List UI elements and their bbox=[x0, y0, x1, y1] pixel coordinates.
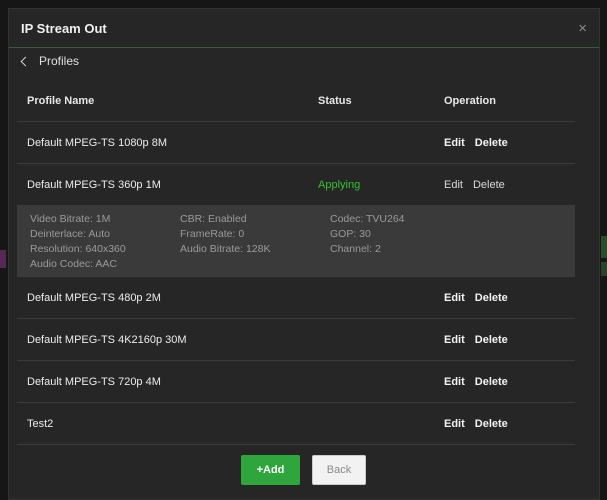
profile-name: Default MPEG-TS 1080p 8M bbox=[27, 136, 168, 149]
table-row: Test2 Edit Delete bbox=[17, 403, 575, 445]
dialog-header: IP Stream Out × bbox=[9, 9, 599, 48]
delete-button[interactable]: Delete bbox=[473, 179, 505, 191]
profile-name: Test2 bbox=[27, 417, 54, 430]
table-row: Default MPEG-TS 480p 2M Edit Delete bbox=[17, 277, 575, 319]
profile-name: Default MPEG-TS 720p 4M bbox=[27, 375, 161, 388]
operation-cell: Edit Delete bbox=[444, 334, 575, 346]
add-profile-button[interactable]: +Add bbox=[241, 455, 300, 485]
header-operation: Operation bbox=[444, 94, 496, 107]
profile-name: Default MPEG-TS 360p 1M bbox=[27, 178, 161, 191]
chevron-left-icon bbox=[20, 56, 31, 66]
operation-cell: Edit Delete bbox=[444, 292, 575, 304]
dialog-title: IP Stream Out bbox=[21, 20, 107, 36]
operation-cell: Edit Delete bbox=[444, 376, 575, 388]
table-row: Default MPEG-TS 4K2160p 30M Edit Delete bbox=[17, 319, 575, 361]
detail-deinterlace: Deinterlace: Auto bbox=[30, 228, 110, 240]
detail-gop: GOP: 30 bbox=[330, 228, 371, 240]
detail-channel: Channel: 2 bbox=[330, 243, 381, 255]
detail-audio-codec: Audio Codec: AAC bbox=[30, 258, 117, 270]
background-strip bbox=[0, 250, 6, 268]
operation-cell: Edit Delete bbox=[444, 179, 575, 191]
edit-button[interactable]: Edit bbox=[444, 376, 465, 388]
table-row[interactable]: Default MPEG-TS 360p 1M Applying Edit De… bbox=[17, 164, 575, 206]
operation-cell: Edit Delete bbox=[444, 137, 575, 149]
back-to-profiles-link[interactable]: Profiles bbox=[9, 48, 599, 74]
detail-cbr: CBR: Enabled bbox=[180, 213, 247, 225]
profile-name: Default MPEG-TS 4K2160p 30M bbox=[27, 333, 187, 346]
back-link-label: Profiles bbox=[39, 54, 80, 68]
edit-button[interactable]: Edit bbox=[444, 334, 465, 346]
profile-name: Default MPEG-TS 480p 2M bbox=[27, 291, 161, 304]
delete-button[interactable]: Delete bbox=[475, 334, 508, 346]
operation-cell: Edit Delete bbox=[444, 418, 575, 430]
close-icon[interactable]: × bbox=[578, 21, 587, 36]
profile-detail-panel: Video Bitrate: 1M CBR: Enabled Codec: TV… bbox=[17, 206, 575, 277]
delete-button[interactable]: Delete bbox=[475, 292, 508, 304]
table-row: Default MPEG-TS 1080p 8M Edit Delete bbox=[17, 122, 575, 164]
detail-codec: Codec: TVU264 bbox=[330, 213, 405, 225]
edit-button[interactable]: Edit bbox=[444, 418, 465, 430]
detail-video-bitrate: Video Bitrate: 1M bbox=[30, 213, 111, 225]
dialog-footer: +Add Back bbox=[0, 455, 607, 485]
detail-audio-bitrate: Audio Bitrate: 128K bbox=[180, 243, 271, 255]
detail-resolution: Resolution: 640x360 bbox=[30, 243, 126, 255]
table-row: Default MPEG-TS 720p 4M Edit Delete bbox=[17, 361, 575, 403]
edit-button[interactable]: Edit bbox=[444, 292, 465, 304]
table-header: Profile Name Status Operation bbox=[17, 80, 575, 122]
profile-status: Applying bbox=[318, 178, 361, 191]
profiles-table: Profile Name Status Operation Default MP… bbox=[17, 80, 575, 445]
edit-button[interactable]: Edit bbox=[444, 137, 465, 149]
back-button[interactable]: Back bbox=[312, 455, 366, 485]
delete-button[interactable]: Delete bbox=[475, 137, 508, 149]
edit-button[interactable]: Edit bbox=[444, 179, 463, 191]
background-strip bbox=[601, 262, 607, 276]
detail-framerate: FrameRate: 0 bbox=[180, 228, 245, 240]
delete-button[interactable]: Delete bbox=[475, 376, 508, 388]
delete-button[interactable]: Delete bbox=[475, 418, 508, 430]
header-profile-name: Profile Name bbox=[27, 94, 95, 107]
background-strip bbox=[601, 236, 607, 258]
header-status: Status bbox=[318, 94, 352, 107]
